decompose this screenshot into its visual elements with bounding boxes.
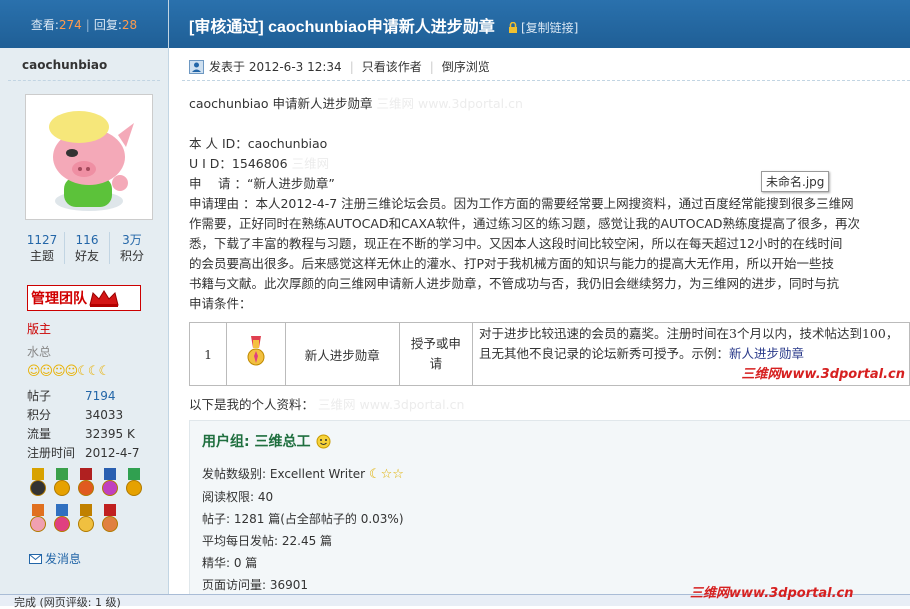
avatar[interactable] bbox=[25, 94, 153, 220]
profile-intro: 以下是我的个人资料： 三维网 www.3dportal.cn bbox=[189, 397, 465, 412]
level-stars-icon: ☾☆☆ bbox=[368, 467, 404, 482]
author-name[interactable]: caochunbiao bbox=[22, 58, 107, 72]
profile-digest: 精华: 0 篇 bbox=[202, 556, 258, 570]
count-friends[interactable]: 116 好友 bbox=[65, 232, 110, 264]
user-icon bbox=[189, 59, 204, 74]
image-tooltip: 未命名.jpg bbox=[761, 171, 830, 192]
post-time: 发表于 2012-6-3 12:34 bbox=[209, 60, 342, 74]
level-stars-icon: ☺☺☺☺☾☾☾ bbox=[27, 364, 110, 379]
medal-icon[interactable] bbox=[75, 468, 97, 500]
count-points[interactable]: 3万 积分 bbox=[110, 232, 154, 264]
copy-link[interactable]: [复制链接] bbox=[508, 19, 578, 36]
medal-icon[interactable] bbox=[99, 504, 121, 536]
profile-posts: 帖子: 1281 篇(占全部帖子的 0.03%) bbox=[202, 512, 404, 526]
profile-box: 用户组: 三维总工 发帖数级别: Excellent Writer ☾☆☆ 阅读… bbox=[189, 420, 910, 596]
forum-post: 查看:274 | 回复:28 caochunbiao 1127 主题 116 好友 3万… bbox=[0, 0, 910, 601]
author-info: 帖子 7194 积分 34033 流量 32395 K 注册时间 2012-4-7 bbox=[27, 387, 139, 463]
thread-title: [审核通过] caochunbiao申请新人进步勋章 bbox=[189, 19, 495, 36]
post-body: caochunbiao 申请新人进步勋章 三维网 www.3dportal.cn… bbox=[189, 94, 910, 314]
table-cell-medal-name: 新人进步勋章 bbox=[284, 322, 400, 386]
only-author-link[interactable]: 只看该作者 bbox=[362, 58, 422, 75]
medal-icon[interactable] bbox=[51, 468, 73, 500]
crown-icon bbox=[89, 290, 119, 307]
reason-line: 悉，下载了丰富的教程与习题，现正在不断的学习中。又因本人这段时间比较空闲，所以在… bbox=[189, 236, 843, 251]
author-counts: 1127 主题 116 好友 3万 积分 bbox=[20, 232, 154, 264]
post-heading: caochunbiao 申请新人进步勋章 bbox=[189, 96, 373, 111]
medal-icon bbox=[247, 335, 265, 365]
post-uid-line: U I D：1546806 bbox=[189, 156, 288, 171]
conditions-label: 申请条件： bbox=[189, 296, 252, 311]
profile-avg: 平均每日发帖: 22.45 篇 bbox=[202, 534, 333, 548]
views-count: 274 bbox=[58, 18, 82, 32]
medal-conditions-table: 1 新人进步勋章 授予或申请 对于进步比较迅速的会员的嘉奖。注册时间在3个月以内… bbox=[188, 322, 910, 386]
smiley-icon bbox=[316, 434, 331, 448]
medal-icon[interactable] bbox=[27, 504, 49, 536]
thread-stats: 查看:274 | 回复:28 bbox=[0, 0, 168, 48]
medal-icon[interactable] bbox=[99, 468, 121, 500]
info-row: 流量 32395 K bbox=[27, 427, 135, 441]
reason-line: 书籍与文献。此次厚颜的向三维网申请新人进步勋章，不管成功与否，我仍旧会继续努力，… bbox=[189, 276, 840, 291]
user-group: 用户组: 三维总工 bbox=[202, 431, 331, 451]
reason-line: 的会员要高出很多。后来感觉这样无休止的灌水、打P对于我机械方面的知识与能力的提高… bbox=[189, 256, 835, 271]
admin-team-badge: 管理团队 bbox=[27, 285, 141, 311]
envelope-icon bbox=[29, 553, 42, 564]
medal-icon[interactable] bbox=[75, 504, 97, 536]
profile-read-perm: 阅读权限: 40 bbox=[202, 490, 274, 504]
reason-line: 申请理由 ：本人2012-4-7 注册三维论坛会员。因为工作方面的需要经常要上网… bbox=[189, 196, 854, 211]
author-column: 查看:274 | 回复:28 caochunbiao 1127 主题 116 好友 3万… bbox=[0, 0, 169, 594]
count-topics[interactable]: 1127 主题 bbox=[20, 232, 65, 264]
medal-icon[interactable] bbox=[123, 468, 145, 500]
medal-icon[interactable] bbox=[51, 504, 73, 536]
role-moderator: 版主 bbox=[27, 322, 52, 336]
reverse-order-link[interactable]: 倒序浏览 bbox=[442, 58, 490, 75]
info-row: 帖子 7194 bbox=[27, 389, 116, 403]
thread-title-bar: [审核通过] caochunbiao申请新人进步勋章 [复制链接] bbox=[169, 0, 910, 48]
role-title: 水总 bbox=[27, 345, 52, 359]
medal-list bbox=[27, 468, 151, 540]
table-cell-desc: 对于进步比较迅速的会员的嘉奖。注册时间在3个月以内，技术帖达到100，且无其他不… bbox=[472, 322, 910, 386]
table-cell-num: 1 bbox=[188, 322, 228, 386]
replies-count: 28 bbox=[121, 18, 138, 32]
site-watermark: 三维网www.3dportal.cn bbox=[741, 367, 905, 382]
info-row: 注册时间 2012-4-7 bbox=[27, 446, 140, 460]
medal-icon[interactable] bbox=[27, 468, 49, 500]
profile-level: 发帖数级别: Excellent Writer ☾☆☆ bbox=[202, 467, 404, 482]
post-meta: 发表于 2012-6-3 12:34 | 只看该作者 | 倒序浏览 bbox=[189, 58, 490, 75]
table-cell-method: 授予或申请 bbox=[398, 322, 474, 386]
example-medal-link[interactable]: 新人进步勋章 bbox=[729, 346, 804, 361]
lock-icon bbox=[509, 22, 517, 33]
info-row: 积分 34033 bbox=[27, 408, 124, 422]
status-text: 完成 (网页评级: 1 级) bbox=[14, 596, 121, 609]
footer-watermark: 三维网www.3dportal.cn bbox=[690, 586, 854, 601]
table-cell-medal bbox=[226, 322, 286, 386]
post-id-line: 本 人 ID：caochunbiao bbox=[189, 136, 328, 151]
send-message-link[interactable]: 发消息 bbox=[29, 550, 81, 567]
reason-line: 作需要，正好同时在熟练AUTOCAD和CAXA软件，通过练习区的练习题，感觉让我… bbox=[189, 216, 861, 231]
profile-pageviews: 页面访问量: 36901 bbox=[202, 578, 309, 592]
